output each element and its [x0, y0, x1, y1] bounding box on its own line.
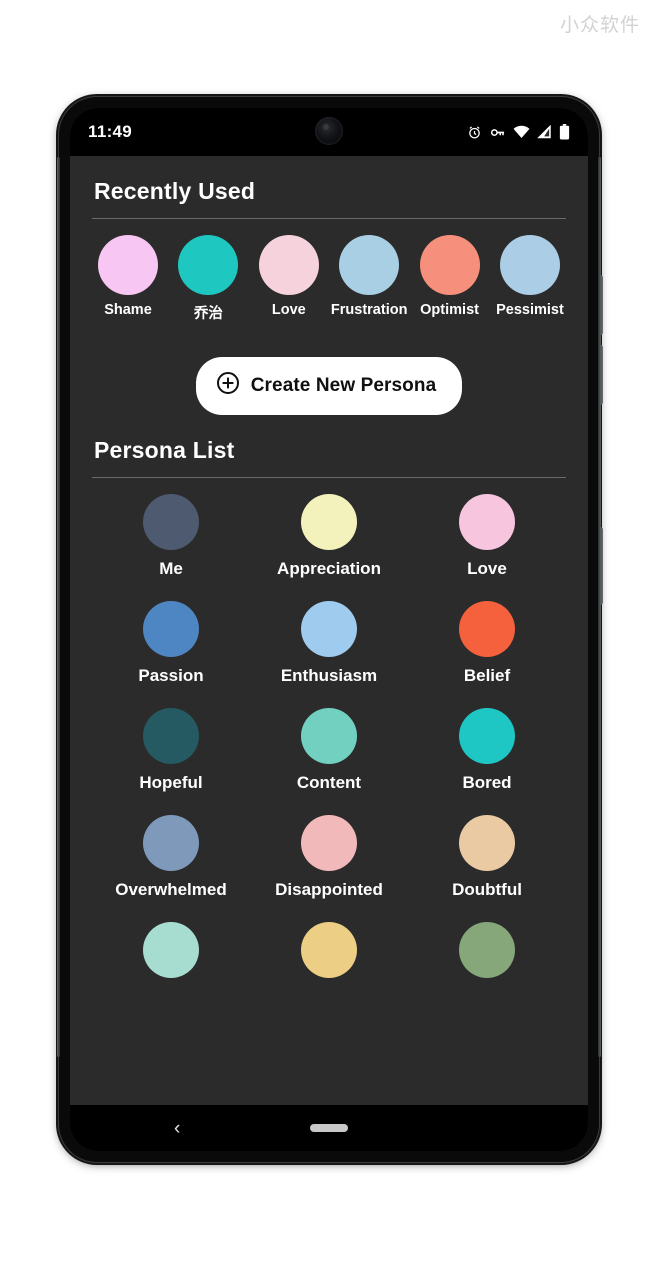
volume-down-button[interactable] [598, 345, 603, 405]
volume-up-button[interactable] [598, 275, 603, 335]
recent-persona-item[interactable]: Love [253, 235, 325, 318]
persona-label: Optimist [420, 302, 479, 318]
persona-grid-item[interactable]: Enthusiasm [250, 601, 408, 686]
persona-label: Disappointed [275, 880, 383, 899]
persona-color-dot[interactable] [419, 235, 480, 295]
persona-color-dot[interactable] [143, 601, 199, 657]
persona-color-dot[interactable] [301, 815, 357, 871]
android-navigation-bar: ‹ [70, 1105, 588, 1151]
create-button-label: Create New Persona [250, 375, 437, 396]
persona-grid-item[interactable]: Passion [92, 601, 250, 686]
persona-label: Appreciation [277, 559, 381, 578]
phone-device-frame: 11:49 Recently Used Shame 乔治 Love Frustr… [57, 97, 603, 1162]
create-button-wrap: Create New Persona [92, 357, 566, 415]
persona-color-dot[interactable] [459, 601, 515, 657]
home-pill-icon[interactable] [310, 1124, 348, 1132]
persona-label: Bored [462, 773, 512, 792]
persona-color-dot[interactable] [459, 708, 515, 764]
recently-used-title: Recently Used [94, 178, 256, 204]
persona-color-dot[interactable] [143, 708, 199, 764]
recent-persona-item[interactable]: 乔治 [172, 235, 244, 323]
persona-label: Frustration [330, 302, 408, 318]
persona-color-dot[interactable] [258, 235, 319, 295]
persona-color-dot[interactable] [499, 235, 560, 295]
create-new-persona-button[interactable]: Create New Persona [195, 357, 463, 415]
persona-label: Shame [104, 302, 152, 318]
persona-label: 乔治 [193, 306, 223, 322]
persona-color-dot[interactable] [301, 601, 357, 657]
wifi-icon [513, 125, 530, 139]
persona-color-dot[interactable] [143, 815, 199, 871]
site-watermark: 小众软件 [559, 14, 640, 36]
persona-grid-item[interactable]: Content [250, 708, 408, 793]
persona-grid-item[interactable]: Me [92, 494, 250, 579]
persona-color-dot[interactable] [459, 922, 515, 978]
persona-grid-item[interactable]: Belief [408, 601, 566, 686]
persona-color-dot[interactable] [98, 235, 158, 295]
status-bar: 11:49 [70, 108, 588, 156]
recently-used-divider [92, 218, 566, 219]
persona-grid-item[interactable]: Love [408, 494, 566, 579]
battery-icon [559, 124, 570, 140]
persona-label: Love [467, 559, 507, 578]
persona-color-dot[interactable] [178, 235, 239, 295]
persona-label: Content [296, 773, 362, 792]
persona-color-dot[interactable] [301, 922, 357, 978]
recent-persona-item[interactable]: Frustration [330, 235, 408, 318]
persona-grid-item[interactable] [92, 922, 250, 987]
signal-icon [537, 125, 552, 139]
persona-list-title: Persona List [94, 437, 235, 463]
persona-label: Doubtful [452, 880, 522, 899]
persona-grid-item[interactable]: Disappointed [250, 815, 408, 900]
recent-persona-item[interactable]: Pessimist [494, 235, 566, 318]
persona-grid-item[interactable]: Bored [408, 708, 566, 793]
persona-label: Enthusiasm [280, 666, 378, 685]
persona-grid: Me Appreciation Love Passion Enthusiasm Belie… [92, 494, 566, 987]
app-content: Recently Used Shame 乔治 Love Frustration Opti… [70, 156, 588, 1105]
persona-color-dot[interactable] [301, 708, 357, 764]
persona-grid-item[interactable]: Appreciation [250, 494, 408, 579]
vpn-key-icon [489, 125, 506, 140]
persona-grid-item[interactable]: Hopeful [92, 708, 250, 793]
status-bar-clock: 11:49 [88, 122, 133, 141]
persona-color-dot[interactable] [143, 922, 199, 978]
power-button[interactable] [598, 527, 603, 605]
recent-persona-item[interactable]: Shame [92, 235, 164, 318]
persona-grid-item[interactable]: Doubtful [408, 815, 566, 900]
persona-label: Hopeful [139, 773, 203, 792]
back-chevron-icon[interactable]: ‹ [174, 1119, 180, 1138]
persona-color-dot[interactable] [459, 494, 515, 550]
recent-persona-item[interactable]: Optimist [414, 235, 486, 318]
alarm-icon [467, 125, 482, 140]
persona-color-dot[interactable] [339, 235, 400, 295]
status-bar-icons [467, 124, 570, 140]
persona-color-dot[interactable] [301, 494, 357, 550]
persona-grid-item[interactable] [250, 922, 408, 987]
persona-color-dot[interactable] [459, 815, 515, 871]
persona-label: Pessimist [496, 302, 564, 318]
persona-list-divider [92, 477, 566, 478]
phone-screen: 11:49 Recently Used Shame 乔治 Love Frustr… [70, 108, 588, 1151]
persona-label: Overwhelmed [115, 880, 227, 899]
front-camera-icon [315, 117, 343, 145]
persona-label: Passion [138, 666, 204, 685]
recently-used-row: Shame 乔治 Love Frustration Optimist Pessimist [92, 235, 566, 323]
persona-label: Love [271, 302, 306, 318]
persona-grid-item[interactable] [408, 922, 566, 987]
plus-circle-icon [216, 371, 240, 401]
persona-label: Belief [463, 666, 511, 685]
persona-label: Me [159, 559, 183, 578]
persona-grid-item[interactable]: Overwhelmed [92, 815, 250, 900]
persona-color-dot[interactable] [143, 494, 199, 550]
